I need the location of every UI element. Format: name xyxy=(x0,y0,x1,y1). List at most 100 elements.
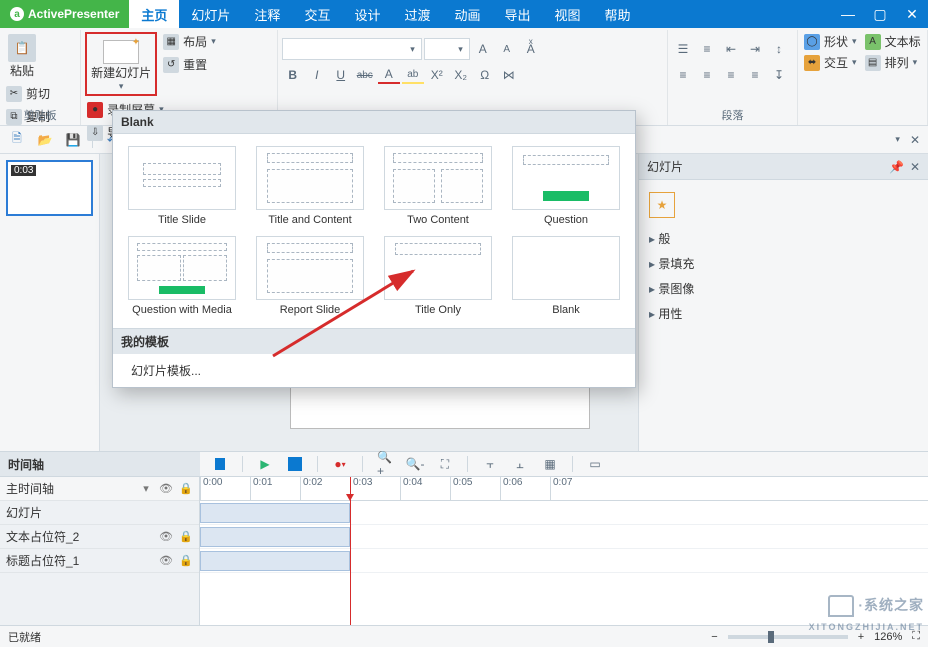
split-button[interactable]: ⫠ xyxy=(512,456,528,472)
zoom-out-button[interactable]: 🔍- xyxy=(407,456,423,472)
tab-annotate[interactable]: 注释 xyxy=(242,0,292,28)
snap-button[interactable]: ⫟ xyxy=(482,456,498,472)
arrange-button[interactable]: ▤排列▾ xyxy=(863,53,923,72)
properties-close-button[interactable]: ✕ xyxy=(910,160,920,174)
zoom-fit-button[interactable]: ⛶ xyxy=(437,456,453,472)
align-center-button[interactable]: ≡ xyxy=(696,64,718,86)
play-button[interactable]: ▶ xyxy=(257,456,273,472)
timeline-ruler[interactable]: 0:00 0:01 0:02 0:03 0:04 0:05 0:06 0:07 xyxy=(200,477,928,501)
layout-title-only[interactable]: Title Only xyxy=(381,236,495,316)
prop-item-general[interactable]: 般 xyxy=(649,230,918,247)
zoom-slider[interactable] xyxy=(728,635,848,639)
save-button[interactable]: 💾 xyxy=(64,131,82,149)
tab-export[interactable]: 导出 xyxy=(493,0,543,28)
lock-icon[interactable]: 🔒 xyxy=(179,482,193,496)
panel-close-button[interactable]: ✕ xyxy=(910,133,920,147)
indent-less-button[interactable]: ⇤ xyxy=(720,38,742,60)
lane-title1[interactable] xyxy=(200,549,928,573)
layout-title-and-content[interactable]: Title and Content xyxy=(253,146,367,226)
font-family-select[interactable]: ▾ xyxy=(282,38,422,60)
stop-button[interactable] xyxy=(287,456,303,472)
line-spacing-button[interactable]: ↕ xyxy=(768,38,790,60)
timeline-lanes[interactable]: 0:00 0:01 0:02 0:03 0:04 0:05 0:06 0:07 xyxy=(200,477,928,625)
underline-button[interactable]: U xyxy=(330,64,352,86)
layout-title-slide[interactable]: Title Slide xyxy=(125,146,239,226)
grow-font-button[interactable]: A xyxy=(472,38,494,60)
text-direction-button[interactable]: ↧ xyxy=(768,64,790,86)
strike-button[interactable]: abc xyxy=(354,64,376,86)
tab-transition[interactable]: 过渡 xyxy=(392,0,442,28)
reset-button[interactable]: ↺ 重置 xyxy=(161,55,218,74)
prop-item-usability[interactable]: 用性 xyxy=(649,305,918,322)
shape-button[interactable]: ◯形状▾ xyxy=(802,32,859,51)
lane-slide[interactable] xyxy=(200,501,928,525)
align-right-button[interactable]: ≡ xyxy=(720,64,742,86)
open-file-button[interactable]: 📂 xyxy=(36,131,54,149)
symbol-button[interactable]: Ω xyxy=(474,64,496,86)
eye-icon[interactable]: 👁 xyxy=(159,530,173,544)
slide-thumbnail-1[interactable]: 0:03 xyxy=(6,160,93,216)
prop-item-bgfill[interactable]: 景填充 xyxy=(649,255,918,272)
numbering-button[interactable]: ≡ xyxy=(696,38,718,60)
eye-icon[interactable]: 👁 xyxy=(159,482,173,496)
lane-text2[interactable] xyxy=(200,525,928,549)
textbox-button[interactable]: A文本标 xyxy=(863,32,923,51)
clear-format-button[interactable]: Aͯ xyxy=(520,38,542,60)
fit-button[interactable]: ⛶ xyxy=(912,630,920,643)
track-textplaceholder2[interactable]: 文本占位符_2 👁🔒 xyxy=(0,525,199,549)
minimize-button[interactable]: — xyxy=(832,0,864,28)
playhead-start-button[interactable] xyxy=(212,456,228,472)
tab-animation[interactable]: 动画 xyxy=(442,0,492,28)
subscript-button[interactable]: X₂ xyxy=(450,64,472,86)
prop-item-bgimage[interactable]: 景图像 xyxy=(649,280,918,297)
highlight-button[interactable]: ab xyxy=(402,66,424,84)
zoom-in-status-button[interactable]: + xyxy=(858,631,864,643)
panel-menu-caret[interactable]: ▾ xyxy=(895,134,900,145)
align-justify-button[interactable]: ≡ xyxy=(744,64,766,86)
layout-two-content[interactable]: Two Content xyxy=(381,146,495,226)
pin-icon[interactable]: 📌 xyxy=(889,160,904,174)
align-left-button[interactable]: ≡ xyxy=(672,64,694,86)
indent-more-button[interactable]: ⇥ xyxy=(744,38,766,60)
paste-button[interactable]: 📋 粘贴 xyxy=(4,32,40,80)
interact-button[interactable]: ⬌交互▾ xyxy=(802,53,859,72)
link-button[interactable]: ⋈ xyxy=(498,64,520,86)
font-color-button[interactable]: A xyxy=(378,66,400,84)
layout-report-slide[interactable]: Report Slide xyxy=(253,236,367,316)
layout-question[interactable]: Question xyxy=(509,146,623,226)
bold-button[interactable]: B xyxy=(282,64,304,86)
shrink-font-button[interactable]: A xyxy=(496,38,518,60)
track-titleplaceholder1[interactable]: 标题占位符_1 👁🔒 xyxy=(0,549,199,573)
layout-blank[interactable]: Blank xyxy=(509,236,623,316)
playhead[interactable] xyxy=(350,477,351,625)
zoom-out-status-button[interactable]: − xyxy=(711,631,717,643)
layout-question-media[interactable]: Question with Media xyxy=(125,236,239,316)
gallery-templates-link[interactable]: 幻灯片模板... xyxy=(113,354,635,387)
tab-slide[interactable]: 幻灯片 xyxy=(179,0,242,28)
new-slide-button[interactable]: 新建幻灯片 ▾ xyxy=(85,32,157,96)
tab-view[interactable]: 视图 xyxy=(543,0,593,28)
new-file-button[interactable]: 🗎 xyxy=(8,131,26,149)
insert-time-button[interactable]: ▭ xyxy=(587,456,603,472)
group-button[interactable]: ▦ xyxy=(542,456,558,472)
main-track-row[interactable]: 主时间轴 ▾ 👁 🔒 xyxy=(0,477,199,501)
tab-home[interactable]: 主页 xyxy=(129,0,179,28)
tab-interact[interactable]: 交互 xyxy=(292,0,342,28)
italic-button[interactable]: I xyxy=(306,64,328,86)
maximize-button[interactable]: ▢ xyxy=(864,0,896,28)
bullets-button[interactable]: ☰ xyxy=(672,38,694,60)
close-button[interactable]: ✕ xyxy=(896,0,928,28)
chevron-down-icon[interactable]: ▾ xyxy=(139,482,153,496)
lock-icon[interactable]: 🔒 xyxy=(179,554,193,568)
tab-help[interactable]: 帮助 xyxy=(593,0,643,28)
eye-icon[interactable]: 👁 xyxy=(159,554,173,568)
font-size-select[interactable]: ▾ xyxy=(424,38,470,60)
superscript-button[interactable]: X² xyxy=(426,64,448,86)
lock-icon[interactable]: 🔒 xyxy=(179,530,193,544)
star-icon[interactable]: ★ xyxy=(649,192,675,218)
zoom-in-button[interactable]: 🔍+ xyxy=(377,456,393,472)
tab-design[interactable]: 设计 xyxy=(342,0,392,28)
layout-button[interactable]: ▦ 布局▾ xyxy=(161,32,218,51)
cut-button[interactable]: ✂ 剪切 xyxy=(4,84,52,103)
track-slide[interactable]: 幻灯片 xyxy=(0,501,199,525)
